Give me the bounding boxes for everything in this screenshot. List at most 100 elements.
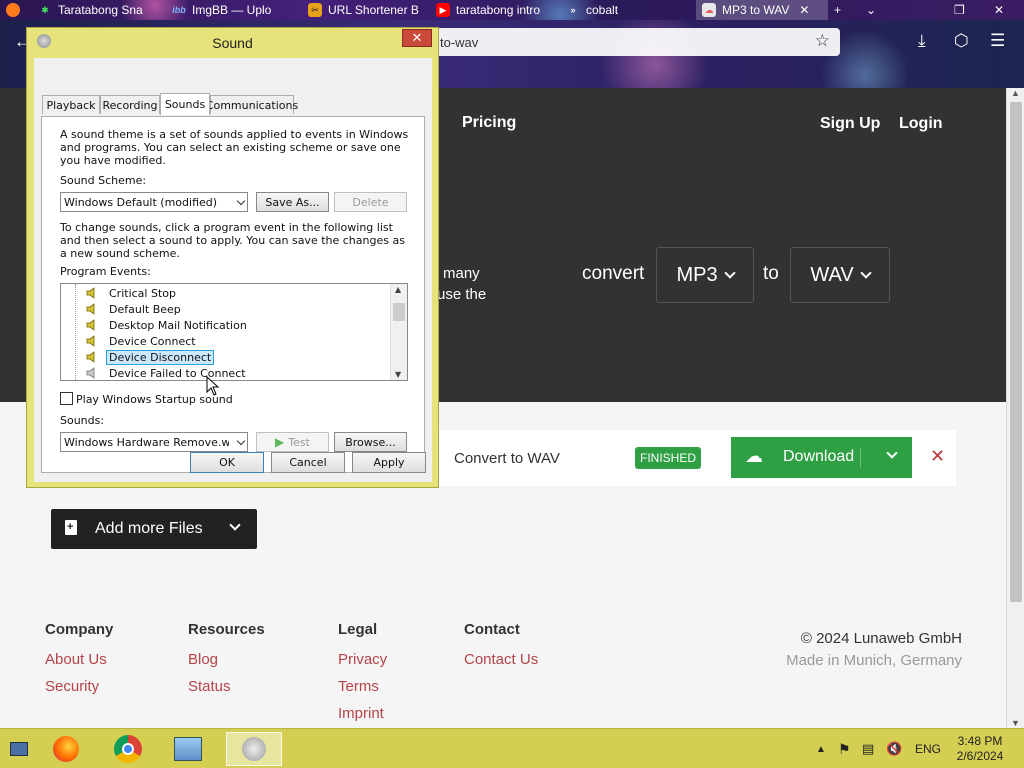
- list-item[interactable]: Device Connect: [61, 333, 199, 349]
- scroll-up-arrow-icon[interactable]: ▲: [395, 285, 401, 294]
- nav-login-link[interactable]: Login: [899, 115, 943, 133]
- taskbar-control-panel[interactable]: [166, 732, 210, 766]
- browse-button[interactable]: Browse...: [334, 432, 407, 452]
- footer-terms-link[interactable]: Terms: [338, 678, 379, 695]
- page-scrollbar[interactable]: ▲ ▼: [1006, 88, 1024, 728]
- footer-security-link[interactable]: Security: [45, 678, 99, 695]
- delete-button[interactable]: Delete: [334, 192, 407, 212]
- add-file-icon: +: [65, 520, 77, 535]
- tab-url-shortener[interactable]: ✂ URL Shortener B: [308, 0, 432, 20]
- events-list-scrollbar[interactable]: ▲ ▼: [390, 284, 407, 380]
- scroll-down-arrow-icon[interactable]: ▼: [1011, 718, 1020, 728]
- chevron-down-icon: [860, 266, 872, 279]
- chevron-down-icon: [886, 447, 898, 459]
- convert-to-label: Convert to WAV: [454, 450, 560, 467]
- sound-file-select[interactable]: Windows Hardware Remove.wav: [60, 432, 248, 452]
- list-item[interactable]: Critical Stop: [61, 285, 179, 301]
- download-button[interactable]: ☁ Download: [731, 437, 912, 478]
- sound-scheme-select[interactable]: Windows Default (modified): [60, 192, 248, 212]
- tab-list-chevron-icon[interactable]: ⌄: [866, 0, 876, 20]
- footer-contact-link[interactable]: Contact Us: [464, 651, 538, 668]
- made-in-text: Made in Munich, Germany: [786, 652, 962, 669]
- tab-recording[interactable]: Recording: [100, 95, 160, 114]
- footer-blog-link[interactable]: Blog: [188, 651, 218, 668]
- network-icon[interactable]: ▤: [862, 729, 874, 768]
- youtube-icon: ▶: [436, 3, 450, 17]
- footer-privacy-link[interactable]: Privacy: [338, 651, 387, 668]
- add-more-files-button[interactable]: + Add more Files: [51, 509, 257, 549]
- clock[interactable]: 3:48 PM 2/6/2024: [952, 729, 1008, 768]
- program-events-list[interactable]: Critical Stop Default Beep Desktop Mail …: [60, 283, 408, 381]
- program-events-label: Program Events:: [60, 265, 151, 278]
- tab-mp3-to-wav[interactable]: ☁ MP3 to WAV ✕: [696, 0, 828, 20]
- tab-taratabong-snap[interactable]: ✱ Taratabong Sna: [38, 0, 156, 20]
- hero-description-line1: many: [443, 265, 480, 282]
- taskbar: ▲ ⚑ ▤ 🔇 ENG 3:48 PM 2/6/2024: [0, 728, 1024, 768]
- volume-muted-icon[interactable]: 🔇: [886, 729, 902, 768]
- footer-company-heading: Company: [45, 621, 114, 638]
- address-bar[interactable]: to-wav ☆: [430, 28, 840, 56]
- close-window-button[interactable]: ✕: [994, 0, 1004, 20]
- remove-file-icon[interactable]: ✕: [930, 446, 945, 467]
- sound-theme-description: A sound theme is a set of sounds applied…: [60, 128, 409, 167]
- restore-window-button[interactable]: ❐: [954, 0, 965, 20]
- close-tab-icon[interactable]: ✕: [799, 3, 809, 17]
- cancel-button[interactable]: Cancel: [271, 452, 345, 473]
- speaker-icon: [86, 351, 98, 363]
- menu-hamburger-icon[interactable]: ☰: [990, 31, 1005, 51]
- tab-imgbb[interactable]: ibb ImgBB — Uplo: [172, 0, 300, 20]
- play-icon: ▶: [275, 435, 285, 449]
- taskbar-sound-settings[interactable]: [226, 732, 282, 766]
- extensions-icon[interactable]: ⬡: [954, 31, 969, 51]
- events-scrollbar-thumb[interactable]: [393, 303, 405, 321]
- dialog-close-button[interactable]: ✕: [402, 29, 432, 47]
- language-indicator[interactable]: ENG: [915, 729, 941, 768]
- tab-cobalt[interactable]: » cobalt: [566, 0, 688, 20]
- downloads-icon[interactable]: ⤓: [918, 31, 926, 51]
- footer-contact-heading: Contact: [464, 621, 520, 638]
- dialog-title-bar[interactable]: Sound ✕: [27, 28, 438, 58]
- speaker-icon: [86, 335, 98, 347]
- from-format-select[interactable]: MP3: [656, 247, 754, 303]
- convert-label: convert: [582, 263, 645, 284]
- list-item[interactable]: Device Failed to Connect: [61, 365, 249, 380]
- to-label: to: [763, 263, 779, 284]
- action-center-flag-icon[interactable]: ⚑: [838, 729, 851, 768]
- to-format-select[interactable]: WAV: [790, 247, 890, 303]
- firefox-menu-icon[interactable]: [6, 0, 28, 20]
- bookmark-star-icon[interactable]: ☆: [815, 31, 830, 51]
- status-badge: FINISHED: [635, 447, 702, 469]
- tab-communications[interactable]: Communications: [206, 95, 298, 114]
- ok-button[interactable]: OK: [190, 452, 264, 473]
- footer-imprint-link[interactable]: Imprint: [338, 705, 384, 722]
- tab-playback[interactable]: Playback: [42, 95, 100, 114]
- start-button[interactable]: [2, 732, 36, 766]
- download-options-toggle[interactable]: [860, 447, 898, 468]
- imgbb-icon: ibb: [172, 5, 186, 15]
- speaker-icon: [86, 303, 98, 315]
- footer-legal-heading: Legal: [338, 621, 378, 638]
- startup-sound-checkbox[interactable]: [60, 392, 73, 405]
- apply-button[interactable]: Apply: [352, 452, 426, 473]
- tab-sounds[interactable]: Sounds: [160, 93, 210, 115]
- save-as-button[interactable]: Save As...: [256, 192, 329, 212]
- new-tab-button[interactable]: +: [834, 0, 841, 20]
- linktree-icon: ✱: [41, 4, 49, 15]
- scroll-down-arrow-icon[interactable]: ▼: [395, 370, 401, 379]
- chrome-icon: [114, 735, 142, 763]
- nav-pricing-link[interactable]: Pricing: [462, 114, 516, 132]
- show-hidden-icons-button[interactable]: ▲: [816, 729, 826, 768]
- speaker-icon: [86, 367, 98, 379]
- nav-signup-link[interactable]: Sign Up: [820, 115, 880, 133]
- footer-about-link[interactable]: About Us: [45, 651, 107, 668]
- taskbar-chrome[interactable]: [106, 732, 150, 766]
- test-button[interactable]: ▶ Test: [256, 432, 329, 452]
- taskbar-firefox[interactable]: [44, 732, 88, 766]
- list-item[interactable]: Desktop Mail Notification: [61, 317, 250, 333]
- scrollbar-thumb[interactable]: [1010, 102, 1022, 602]
- footer-status-link[interactable]: Status: [188, 678, 231, 695]
- tab-taratabong-intro[interactable]: ▶ taratabong intro: [436, 0, 558, 20]
- scroll-up-arrow-icon[interactable]: ▲: [1011, 88, 1020, 98]
- list-item-selected[interactable]: Device Disconnect: [61, 349, 215, 365]
- list-item[interactable]: Default Beep: [61, 301, 184, 317]
